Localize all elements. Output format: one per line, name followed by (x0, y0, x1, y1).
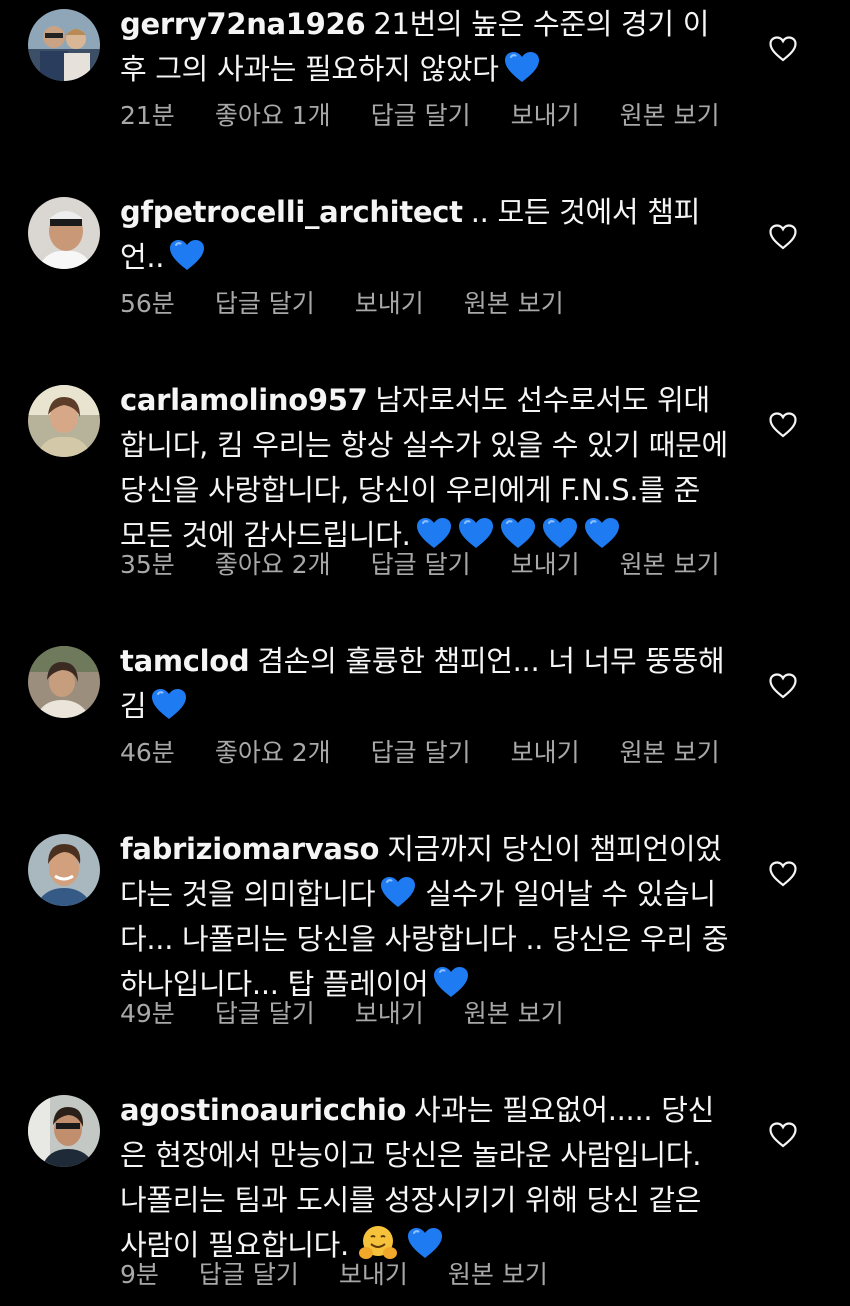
comment-likes[interactable]: 좋아요 2개 (215, 545, 331, 581)
comment-username[interactable]: agostinoauricchio (120, 1093, 406, 1127)
avatar[interactable] (28, 834, 100, 906)
comment-username[interactable]: gerry72na1926 (120, 7, 366, 41)
send-button[interactable]: 보내기 (355, 994, 424, 1030)
see-original-button[interactable]: 원본 보기 (464, 284, 564, 320)
send-button[interactable]: 보내기 (339, 1255, 408, 1291)
comment-body: gfpetrocelli_architect.. 모든 것에서 챔피언.. (120, 190, 735, 280)
comment-meta: 56분 답글 달기 보내기 원본 보기 (120, 284, 604, 320)
avatar[interactable] (28, 646, 100, 718)
see-original-button[interactable]: 원본 보기 (620, 545, 720, 581)
send-button[interactable]: 보내기 (511, 545, 580, 581)
comment-time: 49분 (120, 999, 175, 1028)
comment-body: gerry72na1926 21번의 높은 수준의 경기 이후 그의 사과는 필요… (120, 2, 735, 92)
send-button[interactable]: 보내기 (511, 733, 580, 769)
reply-button[interactable]: 답글 달기 (215, 994, 315, 1030)
avatar[interactable] (28, 9, 100, 81)
blue-heart-icon (379, 875, 417, 909)
comment-username[interactable]: carlamolino957 (120, 383, 368, 417)
comment-meta: 49분 답글 달기 보내기 원본 보기 (120, 994, 604, 1030)
like-heart-icon[interactable] (768, 860, 798, 888)
reply-button[interactable]: 답글 달기 (215, 284, 315, 320)
reply-button[interactable]: 답글 달기 (371, 96, 471, 132)
comment-likes[interactable]: 좋아요 2개 (215, 733, 331, 769)
comment-username[interactable]: fabriziomarvaso (120, 832, 379, 866)
comment-time: 21분 (120, 101, 175, 130)
avatar[interactable] (28, 385, 100, 457)
comment-meta: 35분 좋아요 2개 답글 달기 보내기 원본 보기 (120, 545, 760, 581)
see-original-button[interactable]: 원본 보기 (620, 733, 720, 769)
comment-meta: 46분 좋아요 2개 답글 달기 보내기 원본 보기 (120, 733, 760, 769)
like-heart-icon[interactable] (768, 1121, 798, 1149)
like-heart-icon[interactable] (768, 672, 798, 700)
comment-body: tamclod 겸손의 훌륭한 챔피언... 너 너무 뚱뚱해 김 (120, 639, 735, 729)
reply-button[interactable]: 답글 달기 (371, 733, 471, 769)
comment-body: fabriziomarvaso 지금까지 당신이 챔피언이었다는 것을 의미합니다… (120, 827, 735, 1007)
see-original-button[interactable]: 원본 보기 (464, 994, 564, 1030)
comment-username[interactable]: gfpetrocelli_architect (120, 195, 463, 229)
see-original-button[interactable]: 원본 보기 (448, 1255, 548, 1291)
comment-meta: 21분 좋아요 1개 답글 달기 보내기 원본 보기 (120, 96, 760, 132)
reply-button[interactable]: 답글 달기 (199, 1255, 299, 1291)
comment-likes[interactable]: 좋아요 1개 (215, 96, 331, 132)
avatar[interactable] (28, 1095, 100, 1167)
blue-heart-icon (150, 687, 188, 721)
avatar[interactable] (28, 197, 100, 269)
comment-body: agostinoauricchio 사과는 필요없어..... 당신은 현장에서 … (120, 1088, 735, 1268)
like-heart-icon[interactable] (768, 223, 798, 251)
send-button[interactable]: 보내기 (511, 96, 580, 132)
comment-time: 56분 (120, 289, 175, 318)
see-original-button[interactable]: 원본 보기 (620, 96, 720, 132)
reply-button[interactable]: 답글 달기 (371, 545, 471, 581)
comment-body: carlamolino957 남자로서도 선수로서도 위대합니다, 킴 우리는 항… (120, 378, 735, 558)
comment-time: 9분 (120, 1260, 159, 1289)
like-heart-icon[interactable] (768, 411, 798, 439)
send-button[interactable]: 보내기 (355, 284, 424, 320)
comment-time: 35분 (120, 550, 175, 579)
blue-heart-icon (503, 50, 541, 84)
comment-time: 46분 (120, 738, 175, 767)
comment-username[interactable]: tamclod (120, 644, 250, 678)
blue-heart-icon (168, 238, 206, 272)
like-heart-icon[interactable] (768, 35, 798, 63)
comment-meta: 9분 답글 달기 보내기 원본 보기 (120, 1255, 588, 1291)
